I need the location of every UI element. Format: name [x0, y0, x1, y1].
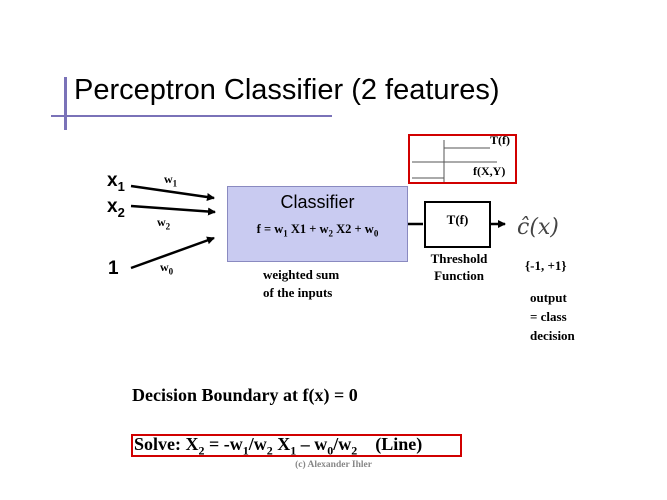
step-t-label: T(f) [490, 133, 510, 147]
solve-equation: Solve: X2 = -w1/w2 X1 – w0/w2 (Line) [134, 434, 423, 458]
threshold-caption: Threshold Function [430, 251, 488, 283]
weight-w0: w0 [160, 260, 174, 277]
input-x1: x1 [107, 170, 125, 194]
decision-boundary-text: Decision Boundary at f(x) = 0 [132, 385, 358, 405]
input-bias: 1 [108, 258, 119, 279]
classifier-formula: f = w1 X1 + w2 X2 + w0 [256, 222, 379, 239]
copyright-notice: (c) Alexander Ihler [295, 460, 372, 470]
arrow-x2 [130, 204, 216, 216]
step-f-label: f(X,Y) [473, 164, 506, 178]
weight-w1: w1 [164, 172, 178, 189]
input-x2: x2 [107, 196, 125, 220]
weighted-sum-caption: weighted sum of the inputs [263, 267, 340, 300]
output-range: {-1, +1} [525, 258, 567, 273]
weight-w2: w2 [157, 215, 171, 232]
threshold-box-label: T(f) [446, 212, 469, 227]
output-caption: output = class decision [530, 290, 575, 343]
output-symbol: ĉ(x) [517, 215, 559, 240]
classifier-title: Classifier [280, 192, 355, 212]
